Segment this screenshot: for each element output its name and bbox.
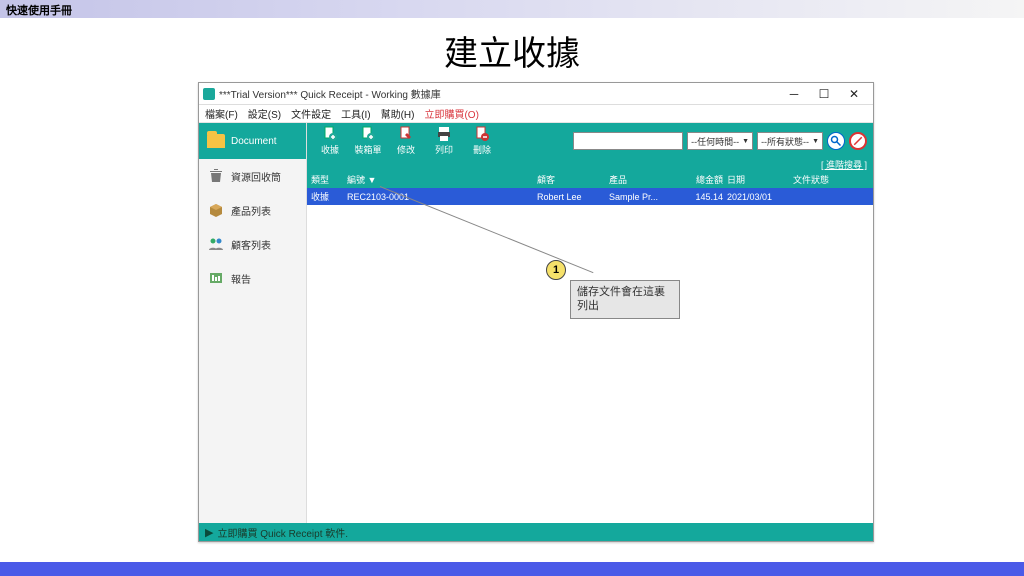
col-date[interactable]: 日期 — [727, 173, 789, 186]
select-value: --所有狀態-- — [761, 135, 809, 148]
statusbar-text: 立即購買 Quick Receipt 軟件. — [217, 525, 348, 540]
report-icon — [207, 269, 225, 287]
chevron-down-icon: ▼ — [812, 138, 819, 145]
sidebar-item-label: Document — [231, 136, 277, 147]
menu-buy[interactable]: 立即購買(O) — [424, 106, 478, 121]
status-filter-select[interactable]: --所有狀態-- ▼ — [757, 132, 823, 150]
new-receipt-button[interactable]: 收據 — [313, 125, 347, 157]
delete-button[interactable]: 刪除 — [465, 125, 499, 157]
select-value: --任何時間-- — [691, 135, 739, 148]
cell-type: 收據 — [307, 190, 347, 203]
col-product[interactable]: 產品 — [609, 173, 677, 186]
sidebar-item-document[interactable]: Document — [199, 123, 306, 159]
box-icon — [207, 201, 225, 219]
sidebar: Document 資源回收筒 產品列表 顧客列表 — [199, 123, 307, 523]
close-button[interactable]: ✕ — [839, 84, 869, 104]
sidebar-item-label: 顧客列表 — [231, 237, 271, 252]
col-amount[interactable]: 總金額 — [677, 173, 727, 186]
cell-product: Sample Pr... — [609, 192, 677, 202]
search-icon — [830, 135, 842, 147]
cell-number: REC2103-0001 — [347, 192, 537, 202]
cell-customer: Robert Lee — [537, 192, 609, 202]
tool-label: 收據 — [321, 143, 339, 156]
statusbar[interactable]: ▶ 立即購買 Quick Receipt 軟件. — [199, 523, 873, 541]
menu-file[interactable]: 檔案(F) — [205, 106, 238, 121]
sidebar-item-label: 資源回收筒 — [231, 169, 281, 184]
callout-box: 儲存文件會在這裏列出 — [570, 280, 680, 319]
toolbar: 收據 裝箱單 修改 列 — [307, 123, 873, 159]
menu-help[interactable]: 幫助(H) — [381, 106, 415, 121]
people-icon — [207, 235, 225, 253]
search-button[interactable] — [827, 132, 845, 150]
doc-delete-icon — [474, 126, 490, 142]
doc-plus-icon — [360, 126, 376, 142]
window-title: ***Trial Version*** Quick Receipt - Work… — [219, 86, 441, 101]
print-button[interactable]: 列印 — [427, 125, 461, 157]
menu-docset[interactable]: 文件設定 — [291, 106, 331, 121]
printer-icon — [436, 126, 452, 142]
main-area: 收據 裝箱單 修改 列 — [307, 123, 873, 523]
sidebar-item-reports[interactable]: 報告 — [199, 261, 306, 295]
no-entry-icon — [852, 135, 864, 147]
page-title: 建立收據 — [0, 26, 1024, 75]
col-type[interactable]: 類型 — [307, 173, 347, 186]
tool-label: 刪除 — [473, 143, 491, 156]
sidebar-item-trash[interactable]: 資源回收筒 — [199, 159, 306, 193]
callout-badge: 1 — [546, 260, 566, 280]
trash-icon — [207, 167, 225, 185]
doc-plus-icon — [322, 126, 338, 142]
new-packing-button[interactable]: 裝箱單 — [351, 125, 385, 157]
callout-text: 儲存文件會在這裏列出 — [577, 286, 665, 312]
menu-tools[interactable]: 工具(I) — [341, 106, 370, 121]
clear-button[interactable] — [849, 132, 867, 150]
time-filter-select[interactable]: --任何時間-- ▼ — [687, 132, 753, 150]
advanced-search-link[interactable]: [ 進階搜尋 ] — [307, 159, 873, 171]
minimize-button[interactable]: ─ — [779, 84, 809, 104]
cell-amount: 145.14 — [677, 192, 727, 202]
maximize-button[interactable]: ☐ — [809, 84, 839, 104]
menu-settings[interactable]: 設定(S) — [248, 106, 281, 121]
tool-label: 裝箱單 — [354, 143, 381, 156]
sidebar-item-label: 報告 — [231, 271, 251, 286]
tool-label: 列印 — [435, 143, 453, 156]
sidebar-item-products[interactable]: 產品列表 — [199, 193, 306, 227]
doc-edit-icon — [398, 126, 414, 142]
menubar: 檔案(F) 設定(S) 文件設定 工具(I) 幫助(H) 立即購買(O) — [199, 105, 873, 123]
doc-footer-bar — [0, 562, 1024, 576]
folder-icon — [207, 134, 225, 148]
edit-button[interactable]: 修改 — [389, 125, 423, 157]
col-customer[interactable]: 顧客 — [537, 173, 609, 186]
app-icon — [203, 88, 215, 100]
play-icon: ▶ — [205, 526, 213, 539]
chevron-down-icon: ▼ — [742, 138, 749, 145]
app-window: ***Trial Version*** Quick Receipt - Work… — [198, 82, 874, 542]
col-number[interactable]: 編號 ▼ — [347, 173, 537, 186]
search-input[interactable] — [573, 132, 683, 150]
grid-header: 類型 編號 ▼ 顧客 產品 總金額 日期 文件狀態 — [307, 171, 873, 188]
cell-date: 2021/03/01 — [727, 192, 789, 202]
doc-header: 快速使用手冊 — [0, 0, 1024, 18]
callout-number: 1 — [553, 264, 559, 276]
sidebar-item-customers[interactable]: 顧客列表 — [199, 227, 306, 261]
titlebar[interactable]: ***Trial Version*** Quick Receipt - Work… — [199, 83, 873, 105]
tool-label: 修改 — [397, 143, 415, 156]
col-status[interactable]: 文件狀態 — [789, 173, 873, 186]
sidebar-item-label: 產品列表 — [231, 203, 271, 218]
